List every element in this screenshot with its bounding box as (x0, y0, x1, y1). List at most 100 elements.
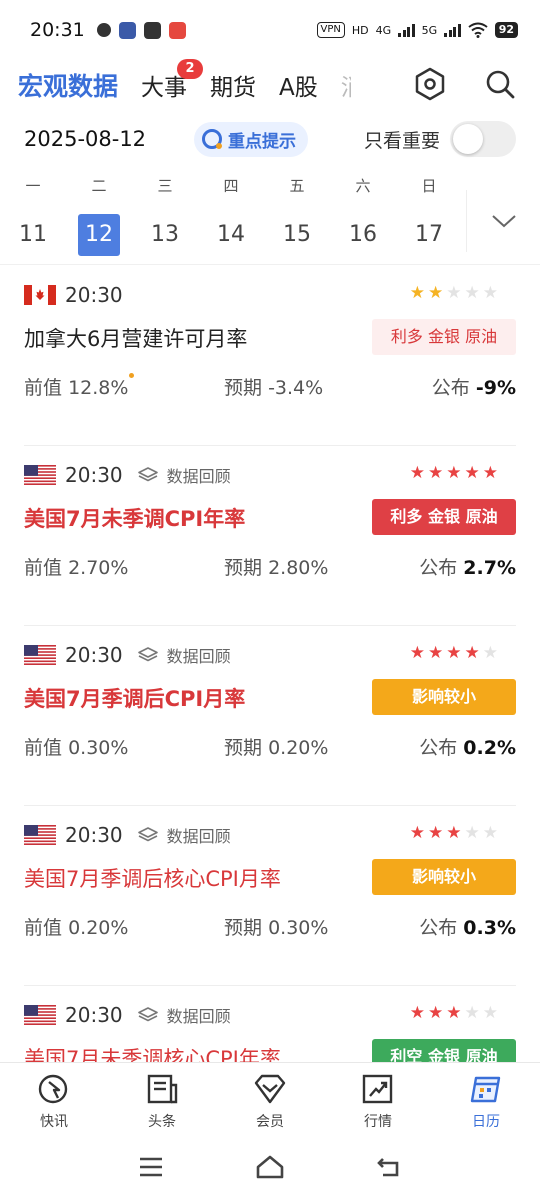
importance-stars: ★ ★ ★ ★ ★ (410, 283, 498, 303)
day-cell[interactable]: 13 (144, 214, 186, 256)
data-review-link[interactable]: 数据回顾 (137, 1003, 231, 1027)
app-notification-icon (143, 21, 161, 39)
tab-futures[interactable]: 期货 (210, 68, 256, 102)
previous-label: 前值 (24, 917, 63, 939)
event-list[interactable]: 20:30 ★ ★ ★ ★ ★ 加拿大6月营建许可月率 利多 金银 原油 前值 12.8% 预期 … (0, 264, 540, 1062)
weekday-label: 二 (91, 177, 107, 195)
star-icon: ★ (464, 1003, 480, 1023)
impact-tag: 利空 金银 原油 (372, 1039, 516, 1062)
impact-tag: 影响较小 (372, 859, 516, 895)
previous-number: 2.70% (68, 557, 129, 579)
day-cell[interactable]: 15 (276, 214, 318, 256)
impact-tag: 利多 金银 原油 (372, 499, 516, 535)
expected-number: 0.30% (268, 917, 329, 939)
tab-overflow[interactable]: 消 (341, 68, 351, 102)
actual-label: 公布 (419, 557, 458, 579)
expected-value: 预期 0.20% (224, 733, 328, 760)
app-notification-icon (168, 21, 186, 39)
star-icon: ★ (446, 463, 462, 483)
bottom-tab-market[interactable]: 行情 (338, 1073, 418, 1131)
expected-label: 预期 (224, 377, 263, 399)
data-review-link[interactable]: 数据回顾 (137, 463, 231, 487)
actual-value: 公布 -9% (432, 373, 516, 400)
star-icon: ★ (446, 283, 462, 303)
expand-calendar-button[interactable] (466, 190, 540, 252)
event-title[interactable]: 加拿大6月营建许可月率 (24, 323, 247, 353)
expected-label: 预期 (224, 737, 263, 759)
actual-number: 0.3% (463, 917, 516, 939)
star-icon: ★ (428, 283, 444, 303)
expected-value: 预期 2.80% (224, 553, 328, 580)
highlight-icon (202, 129, 223, 149)
event-values: 前值 0.20% 预期 0.30% 公布 0.3% (24, 913, 516, 943)
market-chart-icon (361, 1073, 395, 1105)
highlight-tips-button[interactable]: 重点提示 (194, 121, 309, 157)
event-card[interactable]: 20:30 数据回顾 ★ ★ ★ ★ ★ 美国7月未季调CPI年率 利多 金银 原油 前值 2.7… (24, 445, 516, 625)
data-review-link[interactable]: 数据回顾 (137, 643, 231, 667)
signal-icon (444, 23, 461, 37)
current-date[interactable]: 2025-08-12 (24, 127, 146, 151)
event-card[interactable]: 20:30 数据回顾 ★ ★ ★ ★ ★ 美国7月季调后CPI月率 影响较小 前值 0.30% 预期… (24, 625, 516, 805)
tab-big-events[interactable]: 大事 2 (141, 59, 204, 102)
search-icon[interactable] (482, 66, 518, 102)
date-row: 2025-08-12 重点提示 只看重要 (0, 117, 540, 161)
star-icon: ★ (482, 1003, 498, 1023)
expected-number: -3.4% (268, 377, 324, 399)
event-header: 20:30 ★ ★ ★ ★ ★ (24, 281, 516, 309)
star-icon: ★ (482, 643, 498, 663)
bottom-tab-label: 会员 (256, 1114, 284, 1130)
event-title[interactable]: 美国7月季调后CPI月率 (24, 683, 245, 713)
menu-icon[interactable] (136, 1152, 166, 1182)
bottom-tab-calendar[interactable]: 日历 (446, 1073, 526, 1131)
previous-number: 0.30% (68, 737, 129, 759)
status-time: 20:31 (30, 19, 85, 41)
day-cell[interactable]: 14 (210, 214, 252, 256)
day-cell-selected[interactable]: 12 (78, 214, 120, 256)
notification-icons (96, 21, 186, 39)
bottom-tab-vip[interactable]: 会员 (230, 1073, 310, 1131)
revised-dot-icon (129, 373, 135, 378)
day-cell[interactable]: 17 (408, 214, 450, 256)
day-selector: 11 12 13 14 15 16 17 (0, 214, 540, 260)
weekday-header: 一 二 三 四 五 六 日 (0, 175, 540, 201)
event-card[interactable]: 20:30 数据回顾 ★ ★ ★ ★ ★ 美国7月季调后核心CPI月率 影响较小 前值 0.20%… (24, 805, 516, 985)
tab-a-shares[interactable]: A股 (279, 68, 318, 102)
event-card[interactable]: 20:30 ★ ★ ★ ★ ★ 加拿大6月营建许可月率 利多 金银 原油 前值 12.8% 预期 … (24, 265, 516, 445)
layers-icon (137, 1007, 158, 1022)
back-icon[interactable] (374, 1152, 404, 1182)
bottom-nav: 快讯 头条 会员 行情 日历 (0, 1062, 540, 1138)
important-only-toggle[interactable] (450, 121, 516, 157)
hexagon-settings-icon[interactable] (412, 66, 448, 102)
event-title[interactable]: 美国7月未季调核心CPI年率 (24, 1043, 281, 1062)
day-cell[interactable]: 16 (342, 214, 384, 256)
bottom-tab-flash[interactable]: 快讯 (14, 1073, 94, 1131)
tab-macro-data[interactable]: 宏观数据 (18, 67, 118, 103)
data-review-link[interactable]: 数据回顾 (137, 823, 231, 847)
network-4g-label: 4G (375, 23, 392, 37)
day-cell[interactable]: 11 (12, 214, 54, 256)
expected-label: 预期 (224, 917, 263, 939)
star-icon: ★ (446, 643, 462, 663)
usa-flag-icon (24, 1005, 56, 1025)
bottom-tab-label: 行情 (364, 1114, 392, 1130)
actual-label: 公布 (431, 377, 470, 399)
home-icon[interactable] (255, 1152, 285, 1182)
actual-number: 0.2% (463, 737, 516, 759)
event-title[interactable]: 美国7月未季调CPI年率 (24, 503, 245, 533)
network-5g-label: 5G (421, 23, 438, 37)
star-icon: ★ (464, 823, 480, 843)
star-icon: ★ (428, 1003, 444, 1023)
data-review-label: 数据回顾 (166, 647, 231, 666)
vpn-icon: VPN (316, 22, 345, 38)
event-card[interactable]: 20:30 数据回顾 ★ ★ ★ ★ ★ 美国7月未季调核心CPI年率 利空 金银 原油 (24, 985, 516, 1062)
bottom-tab-label: 日历 (472, 1114, 500, 1130)
event-title[interactable]: 美国7月季调后核心CPI月率 (24, 863, 281, 893)
canada-flag-icon (24, 285, 56, 305)
event-time: 20:30 (65, 283, 123, 307)
previous-number: 0.20% (68, 917, 129, 939)
importance-stars: ★ ★ ★ ★ ★ (410, 643, 498, 663)
star-icon: ★ (464, 283, 480, 303)
bottom-tab-headline[interactable]: 头条 (122, 1073, 202, 1131)
actual-number: -9% (475, 377, 516, 399)
bottom-tab-label: 快讯 (40, 1114, 68, 1130)
